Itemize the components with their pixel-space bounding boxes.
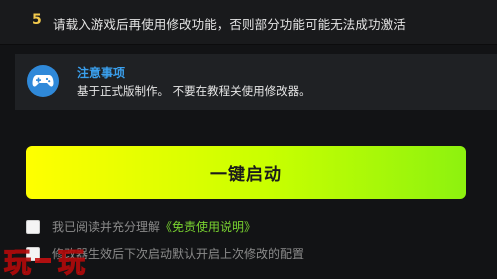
notice-text: 基于正式版制作。 不要在教程关使用修改器。 bbox=[77, 84, 311, 98]
step-text: 请载入游戏后再使用修改功能，否则部分功能可能无法成功激活 bbox=[53, 17, 406, 32]
trainer-panel: 5 请载入游戏后再使用修改功能，否则部分功能可能无法成功激活 注意事项 基于正式… bbox=[0, 0, 497, 279]
step-instruction-bar: 5 请载入游戏后再使用修改功能，否则部分功能可能无法成功激活 bbox=[0, 0, 497, 45]
watermark-logo: 玩 玩 bbox=[3, 247, 85, 279]
agreement-label: 我已阅读并充分理解 bbox=[52, 220, 161, 234]
gamepad-icon bbox=[27, 65, 59, 97]
agreement-row: 我已阅读并充分理解 《免责使用说明》 bbox=[26, 218, 256, 235]
one-click-launch-button[interactable]: 一键启动 bbox=[26, 146, 466, 199]
svg-text:玩: 玩 bbox=[58, 248, 85, 279]
agreement-checkbox[interactable] bbox=[26, 219, 40, 234]
notice-title: 注意事项 bbox=[77, 66, 126, 80]
svg-text:玩: 玩 bbox=[4, 248, 31, 279]
notice-card: 注意事项 基于正式版制作。 不要在教程关使用修改器。 bbox=[15, 54, 497, 110]
step-number: 5 bbox=[32, 12, 42, 28]
launch-button-label: 一键启动 bbox=[210, 165, 282, 185]
disclaimer-link[interactable]: 《免责使用说明》 bbox=[160, 218, 256, 235]
